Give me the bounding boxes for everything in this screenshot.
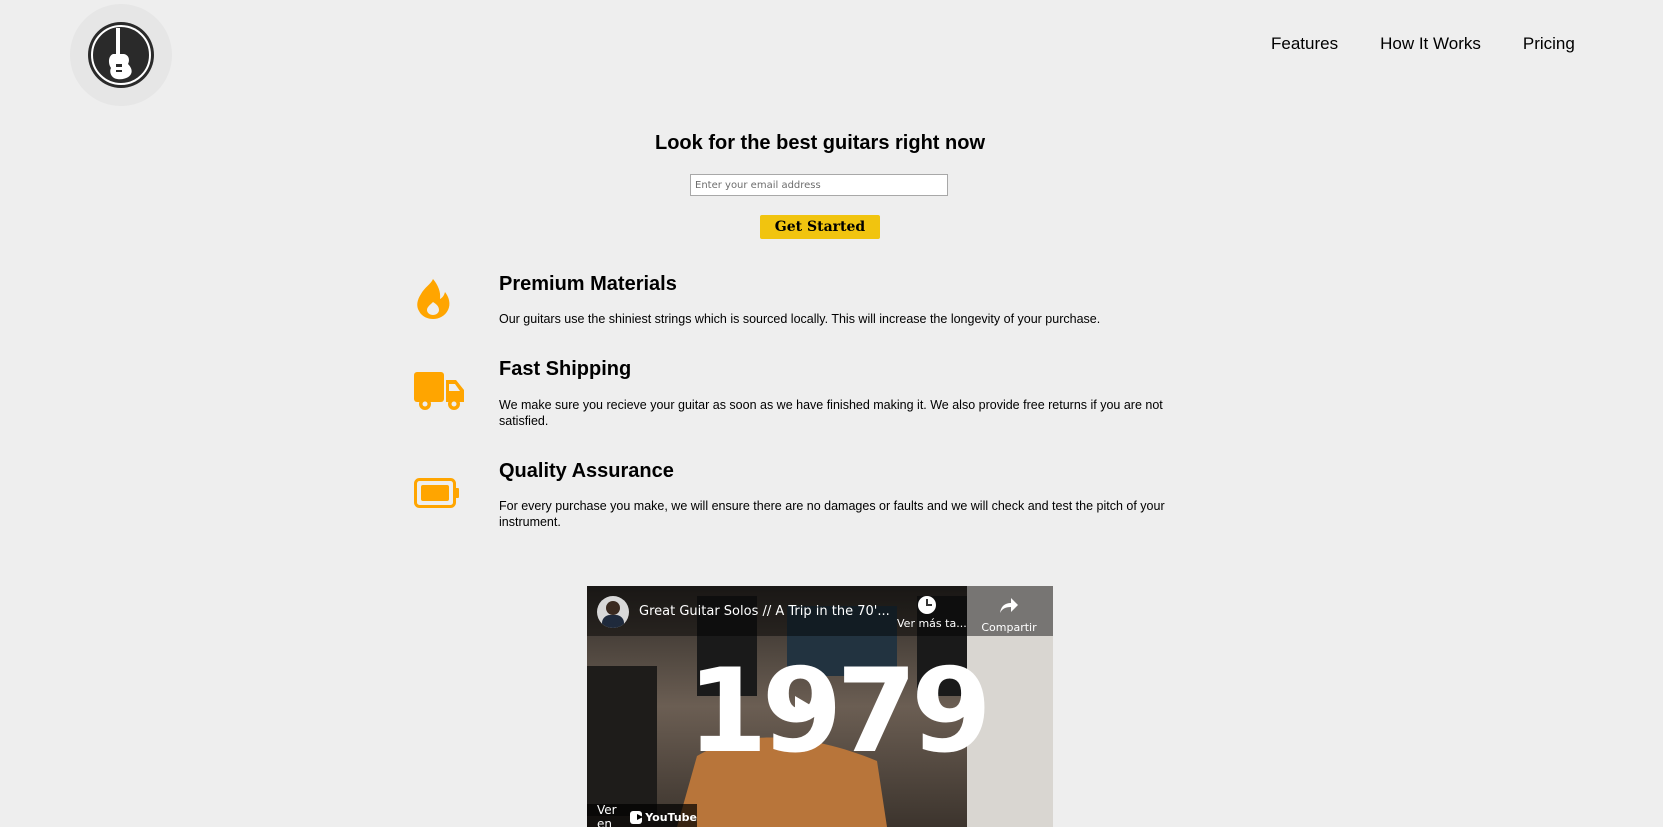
feature-description: For every purchase you make, we will ens… <box>499 499 1165 529</box>
main-nav: Features How It Works Pricing <box>1271 34 1575 54</box>
share-button[interactable]: Compartir <box>979 596 1039 634</box>
feature-title: Premium Materials <box>499 273 677 295</box>
email-input[interactable] <box>690 174 948 196</box>
channel-avatar[interactable] <box>597 596 629 628</box>
guitar-logo-icon <box>88 22 154 88</box>
share-label: Compartir <box>981 621 1037 634</box>
feature-title: Fast Shipping <box>499 358 632 380</box>
feature-description: Our guitars use the shiniest strings whi… <box>499 312 1101 326</box>
feature-title: Quality Assurance <box>499 460 674 482</box>
hero: Look for the best guitars right now <box>0 132 1640 155</box>
nav-link-features[interactable]: Features <box>1271 34 1338 54</box>
nav-link-how-it-works[interactable]: How It Works <box>1380 34 1481 54</box>
watch-later-button[interactable]: Ver más ta... <box>897 596 967 630</box>
video-player[interactable]: Great Guitar Solos // A Trip in the 70'.… <box>587 586 1053 827</box>
watch-on-label: Ver en <box>597 803 617 827</box>
fire-icon <box>417 279 450 319</box>
logo[interactable] <box>70 4 172 106</box>
battery-icon <box>414 478 459 508</box>
clock-icon <box>918 596 936 614</box>
hero-title: Look for the best guitars right now <box>655 132 985 154</box>
video-title[interactable]: Great Guitar Solos // A Trip in the 70'.… <box>639 604 889 619</box>
video-overlay-title: 1979 <box>687 644 992 779</box>
feature-description: We make sure you recieve your guitar as … <box>499 398 1163 428</box>
play-icon[interactable] <box>795 696 817 722</box>
youtube-wordmark: YouTube <box>645 810 697 824</box>
nav-link-pricing[interactable]: Pricing <box>1523 34 1575 54</box>
youtube-logo-icon <box>629 810 643 824</box>
truck-icon <box>414 372 464 410</box>
get-started-button[interactable]: Get Started <box>760 215 880 239</box>
watch-later-label: Ver más ta... <box>897 617 967 630</box>
header: Features How It Works Pricing <box>0 0 1663 110</box>
share-icon <box>1000 598 1018 613</box>
watch-on-youtube-button[interactable]: Ver en YouTube <box>587 803 697 827</box>
